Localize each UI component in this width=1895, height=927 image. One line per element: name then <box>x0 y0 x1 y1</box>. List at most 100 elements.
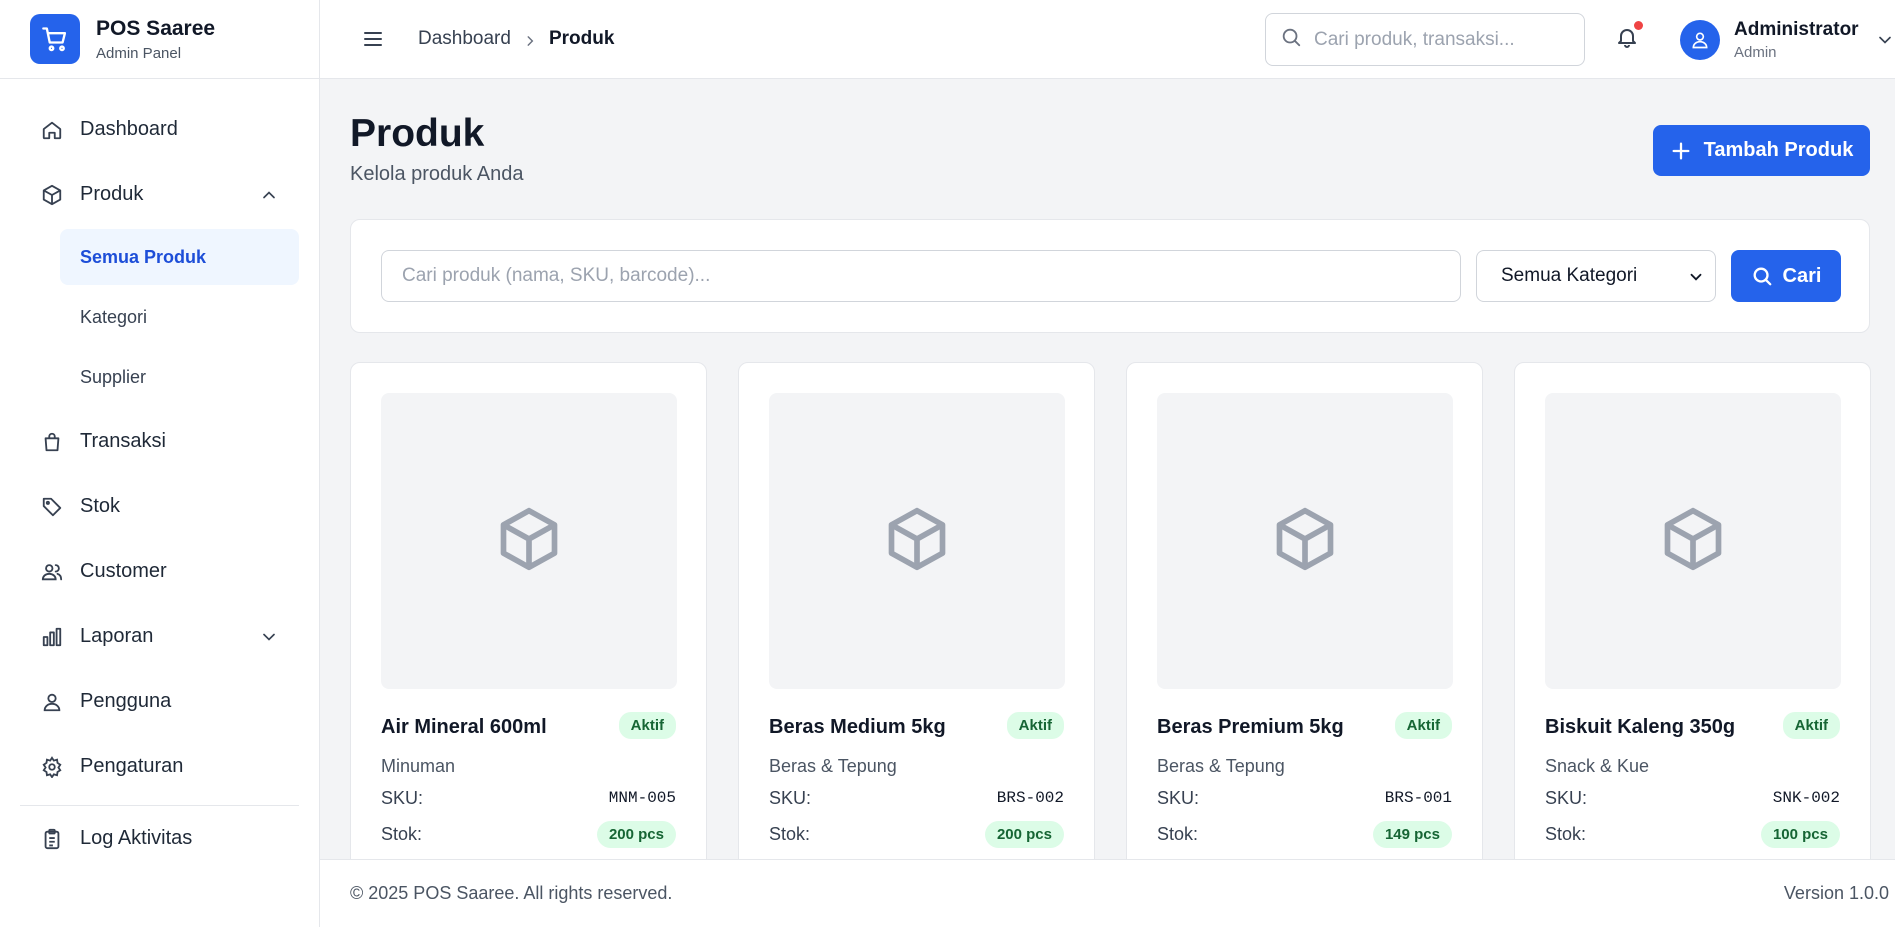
footer: © 2025 POS Saaree. All rights reserved. … <box>320 859 1895 927</box>
sku-value: SNK-002 <box>1772 789 1840 807</box>
stock-row: Stok: 149 pcs <box>1157 819 1452 849</box>
product-category: Beras & Tepung <box>1157 756 1285 776</box>
sidebar-item-laporan[interactable]: Laporan <box>0 604 319 669</box>
page-subtitle: Kelola produk Anda <box>350 163 524 185</box>
user-menu[interactable]: Administrator Admin <box>1680 19 1895 61</box>
sku-value: BRS-002 <box>996 789 1064 807</box>
add-product-label: Tambah Produk <box>1703 139 1854 161</box>
sidebar-item-label: Pengaturan <box>80 755 184 777</box>
search-icon <box>1751 265 1773 287</box>
sku-value: MNM-005 <box>608 789 676 807</box>
product-image-placeholder <box>381 393 677 689</box>
status-badge: Aktif <box>1006 712 1064 739</box>
version-text: Version 1.0.0 <box>1783 883 1889 903</box>
sidebar-item-pengguna[interactable]: Pengguna <box>0 669 319 734</box>
stock-label: Stok: <box>1157 823 1199 844</box>
stock-label: Stok: <box>381 823 423 844</box>
sku-row: SKU: BRS-002 <box>769 785 1064 811</box>
chevron-down-icon <box>1687 268 1705 286</box>
sku-row: SKU: MNM-005 <box>381 785 676 811</box>
bar-chart-icon <box>40 625 64 649</box>
brand[interactable]: POS Saaree Admin Panel <box>0 0 319 79</box>
sku-row: SKU: BRS-001 <box>1157 785 1452 811</box>
global-search-input[interactable] <box>1314 28 1564 51</box>
breadcrumb: Dashboard Produk <box>418 28 614 50</box>
sku-label: SKU: <box>769 787 812 808</box>
stock-row: Stok: 100 pcs <box>1545 819 1840 849</box>
sidebar-item-customer[interactable]: Customer <box>0 539 319 604</box>
topbar: Dashboard Produk Administrator Admin <box>320 0 1895 79</box>
gear-icon <box>40 755 64 779</box>
sku-label: SKU: <box>1157 787 1200 808</box>
brand-title: POS Saaree <box>96 16 216 40</box>
status-badge: Aktif <box>1394 712 1452 739</box>
copyright-text: © 2025 POS Saaree. All rights reserved. <box>350 883 673 903</box>
breadcrumb-dashboard[interactable]: Dashboard <box>418 28 511 50</box>
stock-badge: 149 pcs <box>1372 820 1452 848</box>
tag-icon <box>40 495 64 519</box>
box-icon <box>1659 505 1727 578</box>
sidebar-item-produk[interactable]: Produk <box>0 162 319 227</box>
sidebar-item-stok[interactable]: Stok <box>0 474 319 539</box>
product-name: Air Mineral 600ml <box>381 716 547 738</box>
sku-row: SKU: SNK-002 <box>1545 785 1840 811</box>
product-card[interactable]: Biskuit Kaleng 350g Aktif Snack & Kue SK… <box>1514 362 1871 859</box>
sidebar-nav: Dashboard Produk Semua Produk Kategori S… <box>0 79 319 871</box>
sidebar-subitem-semua-produk[interactable]: Semua Produk <box>60 229 299 285</box>
product-category: Beras & Tepung <box>769 756 897 776</box>
product-card[interactable]: Beras Premium 5kg Aktif Beras & Tepung S… <box>1126 362 1483 859</box>
sidebar-item-dashboard[interactable]: Dashboard <box>0 97 319 162</box>
sku-label: SKU: <box>1545 787 1588 808</box>
page-title: Produk <box>350 112 485 155</box>
status-badge: Aktif <box>618 712 676 739</box>
sidebar-item-label: Laporan <box>80 625 154 647</box>
sidebar-item-label: Produk <box>80 183 144 205</box>
stock-badge: 200 pcs <box>984 820 1064 848</box>
chevron-right-icon <box>523 32 537 46</box>
box-icon <box>495 505 563 578</box>
category-select[interactable]: Semua Kategori <box>1476 250 1716 302</box>
breadcrumb-current: Produk <box>548 28 615 49</box>
chevron-down-icon <box>259 627 279 647</box>
stock-badge: 100 pcs <box>1760 820 1840 848</box>
product-search-input[interactable] <box>381 250 1461 302</box>
sidebar-item-label: Customer <box>80 560 167 582</box>
product-category: Minuman <box>381 756 456 776</box>
user-name: Administrator <box>1734 19 1859 40</box>
product-image-placeholder <box>1545 393 1841 689</box>
sku-label: SKU: <box>381 787 424 808</box>
product-image-placeholder <box>769 393 1065 689</box>
bell-icon[interactable] <box>1615 21 1643 53</box>
search-button[interactable]: Cari <box>1731 250 1841 302</box>
sku-value: BRS-001 <box>1384 789 1452 807</box>
menu-icon[interactable] <box>360 26 386 52</box>
product-name: Beras Premium 5kg <box>1157 716 1344 738</box>
sidebar-item-label: Pengguna <box>80 690 172 712</box>
chevron-down-icon <box>1875 30 1895 50</box>
global-search <box>1265 13 1585 66</box>
product-card[interactable]: Air Mineral 600ml Aktif Minuman SKU: MNM… <box>350 362 707 859</box>
product-image-placeholder <box>1157 393 1453 689</box>
sidebar-subitem-kategori[interactable]: Kategori <box>60 289 299 345</box>
filter-card: Semua Kategori Cari <box>350 219 1870 333</box>
stock-label: Stok: <box>1545 823 1587 844</box>
sidebar-item-pengaturan[interactable]: Pengaturan <box>0 734 319 799</box>
sidebar-subitem-supplier[interactable]: Supplier <box>60 349 299 405</box>
user-icon <box>40 690 64 714</box>
product-category: Snack & Kue <box>1545 756 1650 776</box>
sidebar-item-log-aktivitas[interactable]: Log Aktivitas <box>0 806 319 871</box>
chevron-up-icon <box>259 185 279 205</box>
brand-subtitle: Admin Panel <box>96 44 182 62</box>
box-icon <box>40 183 64 207</box>
clipboard-icon <box>40 827 64 851</box>
add-product-button[interactable]: Tambah Produk <box>1653 125 1870 176</box>
plus-icon <box>1670 140 1692 162</box>
sidebar-item-transaksi[interactable]: Transaksi <box>0 409 319 474</box>
sidebar-item-label: Dashboard <box>80 118 178 140</box>
sidebar: POS Saaree Admin Panel Dashboard Produk … <box>0 0 320 927</box>
sidebar-item-label: Log Aktivitas <box>80 827 193 849</box>
stock-label: Stok: <box>769 823 811 844</box>
users-icon <box>40 560 64 584</box>
search-icon <box>1280 26 1302 53</box>
product-card[interactable]: Beras Medium 5kg Aktif Beras & Tepung SK… <box>738 362 1095 859</box>
